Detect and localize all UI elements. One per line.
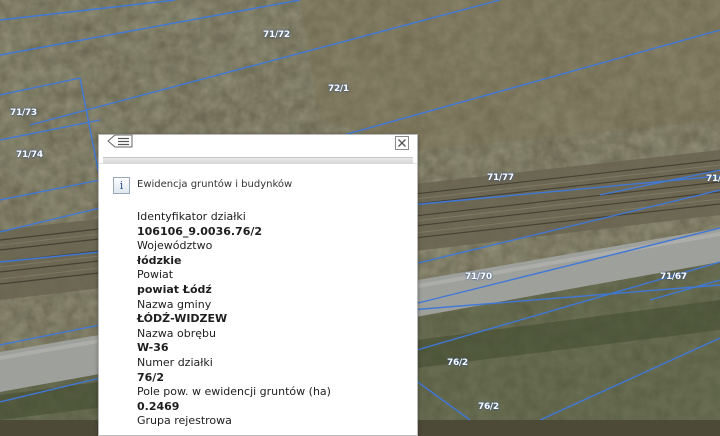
attribute-value: 0.2469	[137, 399, 180, 413]
parcel-label: 71/74	[16, 150, 43, 160]
attribute-value: łódzkie	[137, 253, 182, 267]
parcel-label: 71/73	[10, 108, 37, 118]
attribute-value: 76/2	[137, 370, 164, 384]
attribute-value: powiat Łódź	[137, 282, 212, 296]
parcel-label: 76/2	[447, 358, 468, 368]
list-icon[interactable]	[105, 133, 135, 149]
info-icon: i	[113, 177, 130, 194]
attribute-label: Identyfikator działki	[137, 210, 246, 223]
attribute-label: Nazwa gminy	[137, 297, 212, 311]
parcel-label: 71/72	[263, 30, 290, 40]
attribute-value: W-36	[137, 341, 169, 355]
parcel-label: 71/67	[660, 272, 687, 282]
parcel-label: 76/2	[478, 402, 499, 412]
attribute-label: Pole pow. w ewidencji gruntów (ha)	[137, 385, 331, 399]
attribute-label: Numer działki	[137, 355, 213, 369]
parcel-label: 71/77	[487, 173, 514, 183]
attribute-value: ŁÓDŹ-WIDZEW	[137, 312, 228, 326]
popup-header	[99, 133, 417, 164]
close-icon[interactable]	[395, 135, 409, 150]
attribute-list: Identyfikator działki 106106_9.0036.76/2…	[137, 210, 331, 429]
layer-name: Ewidencja gruntów i budynków	[137, 179, 293, 190]
attribute-label: Nazwa obrębu	[137, 326, 216, 340]
attribute-label: Województwo	[137, 239, 213, 253]
parcel-label: 72/1	[328, 84, 349, 94]
attribute-label: Grupa rejestrowa	[137, 414, 232, 428]
attribute-value: 106106_9.0036.76/2	[137, 224, 263, 238]
attribute-label: Powiat	[137, 268, 174, 282]
parcel-label: 71/70	[465, 272, 492, 282]
parcel-label: 71/7	[706, 174, 720, 184]
identify-popup: i Ewidencja gruntów i budynków Identyfik…	[98, 134, 418, 436]
